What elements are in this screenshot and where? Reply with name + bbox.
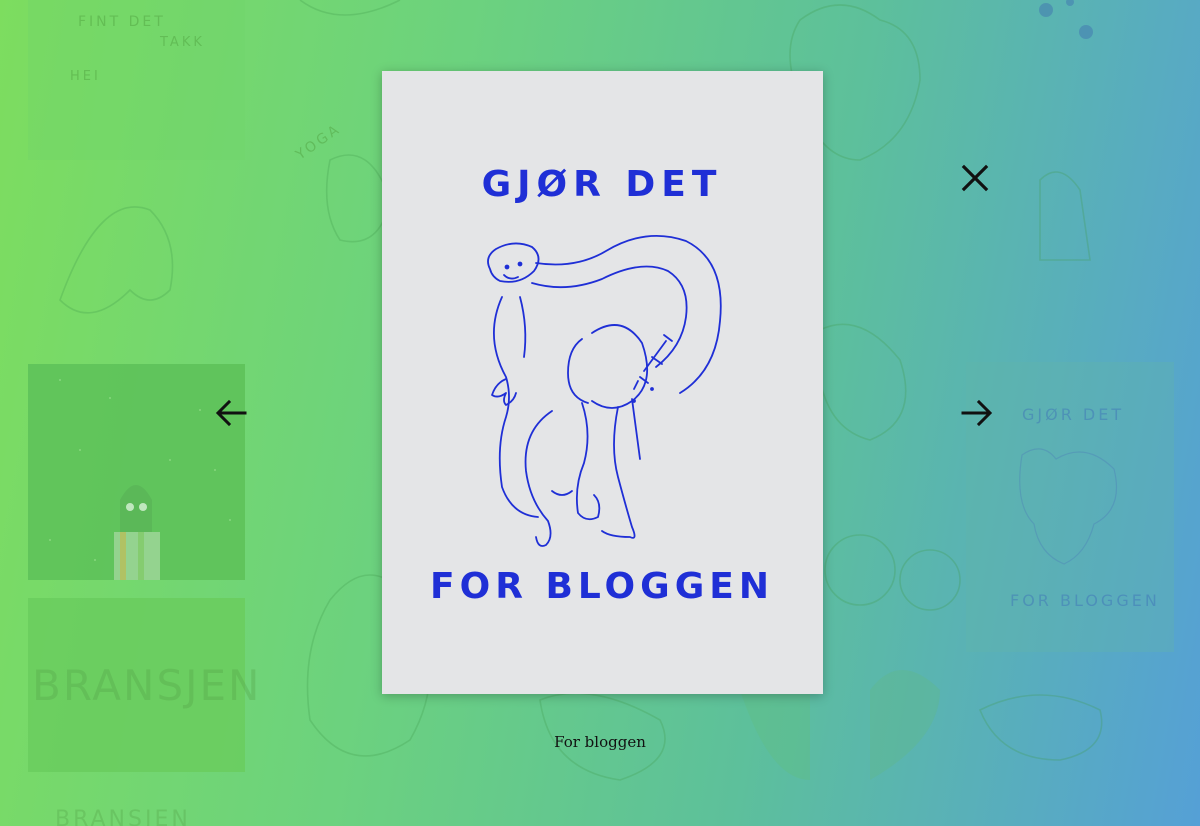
thumb-bottom-text: FOR BLOGGEN	[1010, 591, 1160, 610]
thumb-top-text: GJØR DET	[1022, 405, 1124, 424]
arrow-left-icon	[215, 399, 247, 427]
bg-text: BRANSJEN	[32, 661, 261, 710]
close-icon	[961, 164, 989, 192]
bg-text: TAKK	[159, 35, 205, 50]
bg-text: BRANSJEN	[55, 807, 191, 826]
poster-artwork: GJØR DET FOR BLOGGEN	[430, 164, 774, 607]
close-button[interactable]	[955, 158, 995, 198]
previous-button[interactable]	[211, 393, 251, 433]
bg-text: FINT DET	[78, 14, 166, 30]
poster-bottom-text: FOR BLOGGEN	[430, 566, 774, 607]
next-button[interactable]	[957, 393, 997, 433]
poster-image: GJØR DET FOR BLOGGEN	[382, 71, 823, 694]
bg-text: HEI	[70, 69, 101, 84]
poster-top-text: GJØR DET	[482, 164, 723, 205]
poster-figure	[487, 234, 722, 547]
arrow-right-icon	[961, 399, 993, 427]
image-caption: For bloggen	[554, 733, 646, 751]
